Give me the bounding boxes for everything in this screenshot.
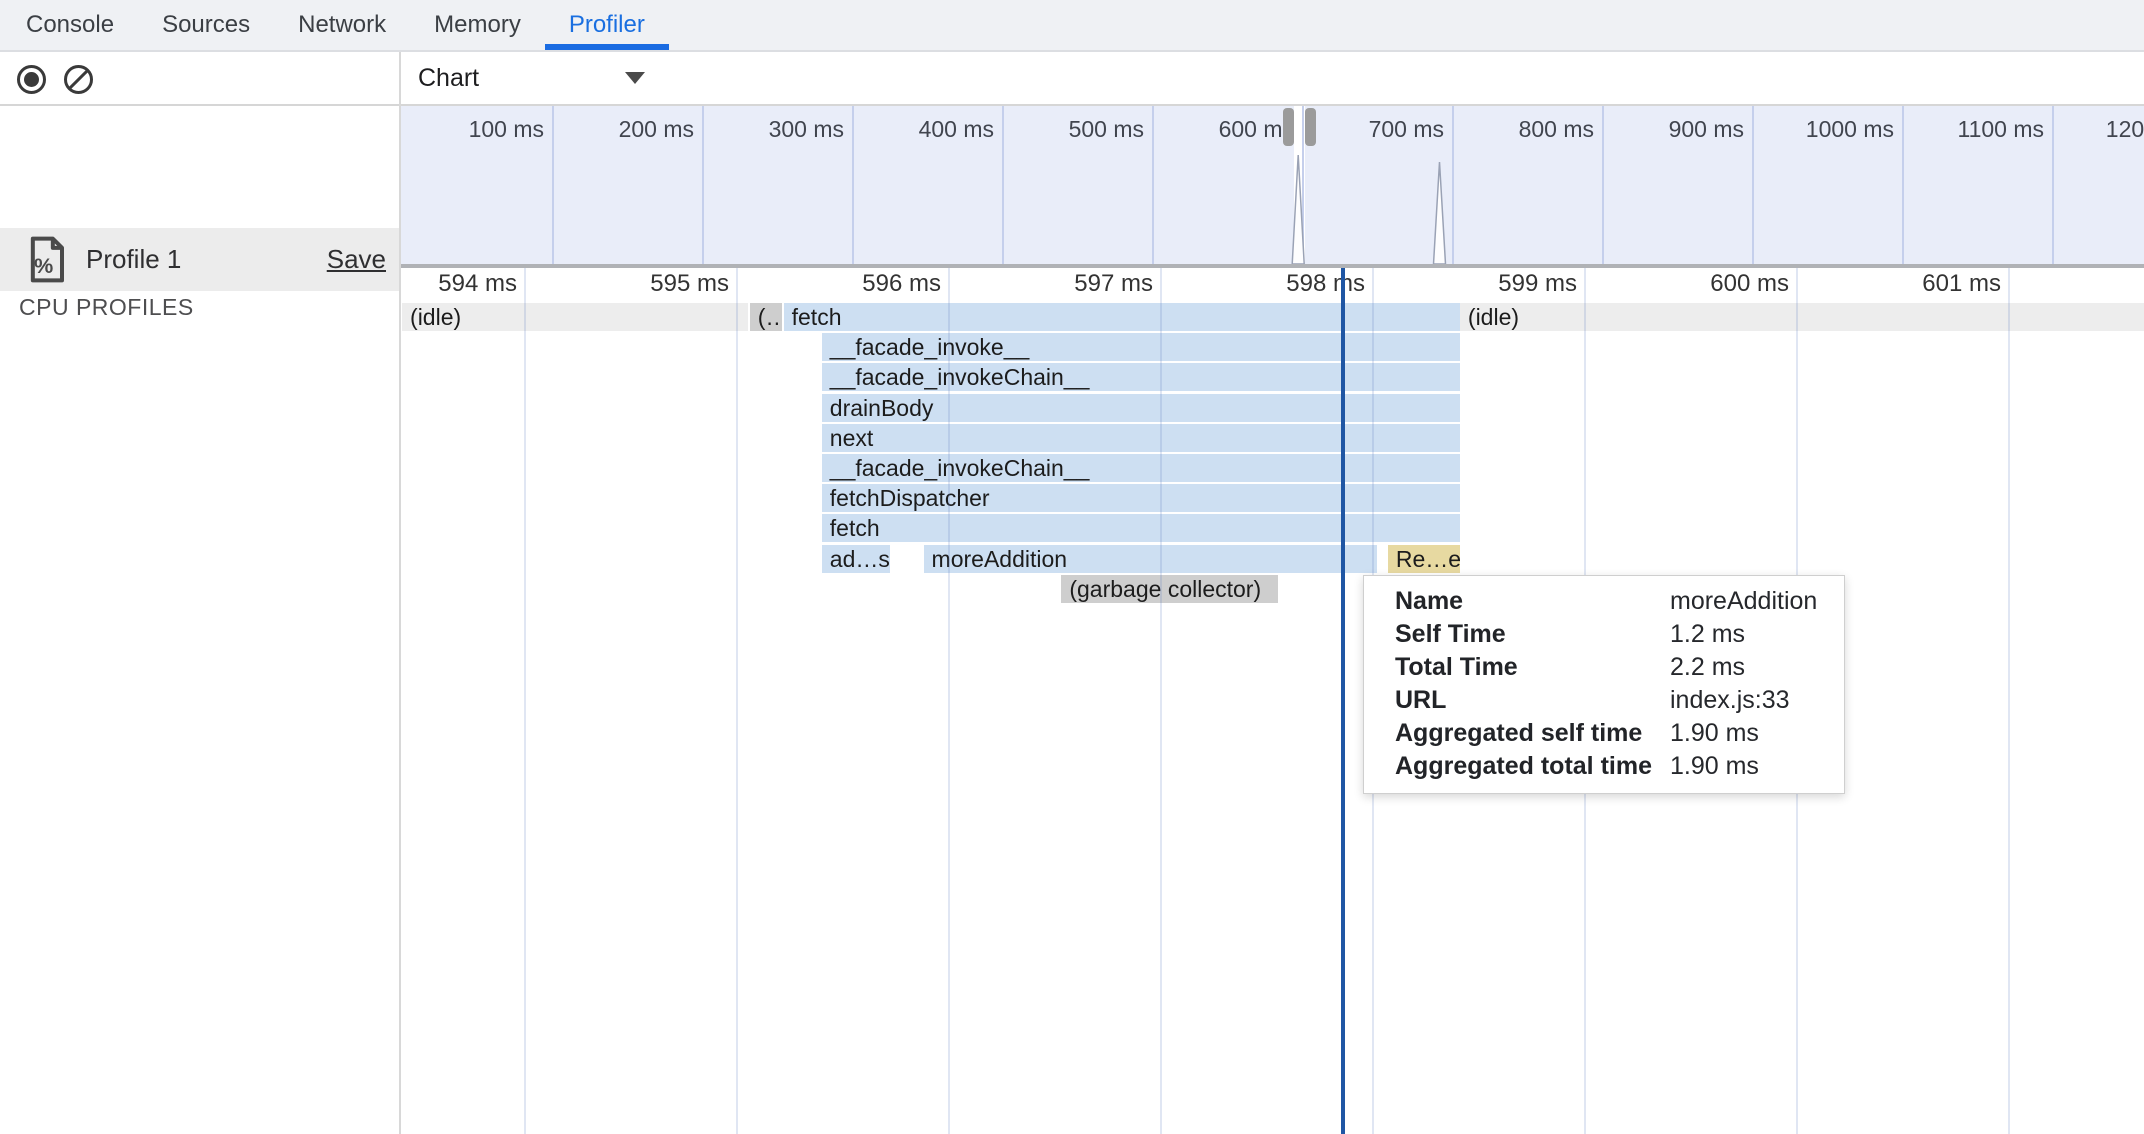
timeline-overview[interactable]: 100 ms200 ms300 ms400 ms500 ms600 ms700 … [401, 106, 2144, 264]
profiler-toolbar: Chart [0, 52, 2144, 106]
flame-bar[interactable]: __facade_invokeChain__ [822, 363, 1460, 391]
save-profile-link[interactable]: Save [327, 244, 386, 275]
flame-bar[interactable]: fetchDispatcher [822, 484, 1460, 512]
profiles-sidebar: Profiles CPU PROFILES % Profile 1 Save [0, 106, 399, 1134]
flame-chart-main: 100 ms200 ms300 ms400 ms500 ms600 ms700 … [401, 106, 2144, 1134]
tooltip-row: Aggregated total time 1.90 ms [1364, 750, 1844, 783]
clear-profiles-icon[interactable] [64, 65, 93, 94]
selection-handle-left[interactable] [1283, 108, 1294, 146]
tooltip-value: index.js:33 [1670, 684, 1790, 717]
tooltip-label: URL [1395, 684, 1446, 717]
flame-bar[interactable]: (… [750, 303, 782, 331]
flame-bar[interactable]: (garbage collector) [1061, 575, 1277, 603]
tooltip-label: Name [1395, 585, 1463, 618]
ms-gridline [2008, 268, 2010, 1134]
ms-gridline [524, 268, 526, 1134]
flame-bar[interactable]: moreAddition [924, 545, 1378, 573]
svg-text:%: % [34, 253, 53, 278]
devtools-tab-bar: ConsoleSourcesNetworkMemoryProfiler [0, 0, 2144, 52]
chevron-down-icon [625, 72, 645, 84]
tab-network[interactable]: Network [274, 0, 410, 50]
tab-profiler[interactable]: Profiler [545, 0, 669, 50]
ms-gridline [736, 268, 738, 1134]
profile-list-item[interactable]: % Profile 1 Save [0, 228, 399, 291]
view-mode-label: Chart [418, 64, 479, 93]
tab-memory[interactable]: Memory [410, 0, 545, 50]
view-mode-select[interactable]: Chart [401, 52, 661, 104]
tooltip-label: Aggregated self time [1395, 717, 1642, 750]
tooltip-value: 1.90 ms [1670, 717, 1759, 750]
tooltip-value: 2.2 ms [1670, 651, 1745, 684]
flame-bar[interactable]: (idle) [1460, 303, 2144, 331]
flame-bar[interactable]: fetch [822, 514, 1460, 542]
profile-name: Profile 1 [86, 244, 181, 275]
devtools-profiler-panel: ConsoleSourcesNetworkMemoryProfiler Char… [0, 0, 2144, 1134]
tooltip-label: Aggregated total time [1395, 750, 1652, 783]
tab-sources[interactable]: Sources [138, 0, 274, 50]
tooltip-value: 1.2 ms [1670, 618, 1745, 651]
tooltip-row: Total Time 2.2 ms [1364, 651, 1844, 684]
flame-bar[interactable]: next [822, 424, 1460, 452]
playhead-line[interactable] [1341, 268, 1345, 1134]
tooltip-row: Name moreAddition [1364, 585, 1844, 618]
record-profile-icon[interactable] [17, 65, 46, 94]
flame-bar[interactable]: fetch [784, 303, 1460, 331]
flame-bar[interactable]: ad…s [822, 545, 890, 573]
cpu-activity-spikes [401, 106, 2144, 264]
tab-console[interactable]: Console [2, 0, 138, 50]
tooltip-row: Aggregated self time 1.90 ms [1364, 717, 1844, 750]
tooltip-value: 1.90 ms [1670, 750, 1759, 783]
tooltip-value: moreAddition [1670, 585, 1817, 618]
tooltip-row: Self Time 1.2 ms [1364, 618, 1844, 651]
ms-gridline [1160, 268, 1162, 1134]
sidebar-divider[interactable] [399, 52, 401, 1134]
frame-details-tooltip: NamemoreAdditionSelf Time1.2 msTotal Tim… [1363, 575, 1845, 794]
flame-chart-canvas[interactable]: (idle)(…fetch(idle)__facade_invoke____fa… [401, 268, 2144, 1134]
flame-bar[interactable]: Re…e [1388, 545, 1460, 573]
flame-bar[interactable]: (idle) [402, 303, 748, 331]
cpu-profiles-section-heading: CPU PROFILES [19, 294, 194, 321]
profile-document-icon: % [27, 236, 67, 283]
selection-handle-right[interactable] [1305, 108, 1316, 146]
flame-bar[interactable]: __facade_invokeChain__ [822, 454, 1460, 482]
tooltip-label: Total Time [1395, 651, 1518, 684]
ms-gridline [948, 268, 950, 1134]
flame-bar[interactable]: drainBody [822, 394, 1460, 422]
tooltip-label: Self Time [1395, 618, 1506, 651]
flame-bar[interactable]: __facade_invoke__ [822, 333, 1460, 361]
tooltip-row: URL index.js:33 [1364, 684, 1844, 717]
